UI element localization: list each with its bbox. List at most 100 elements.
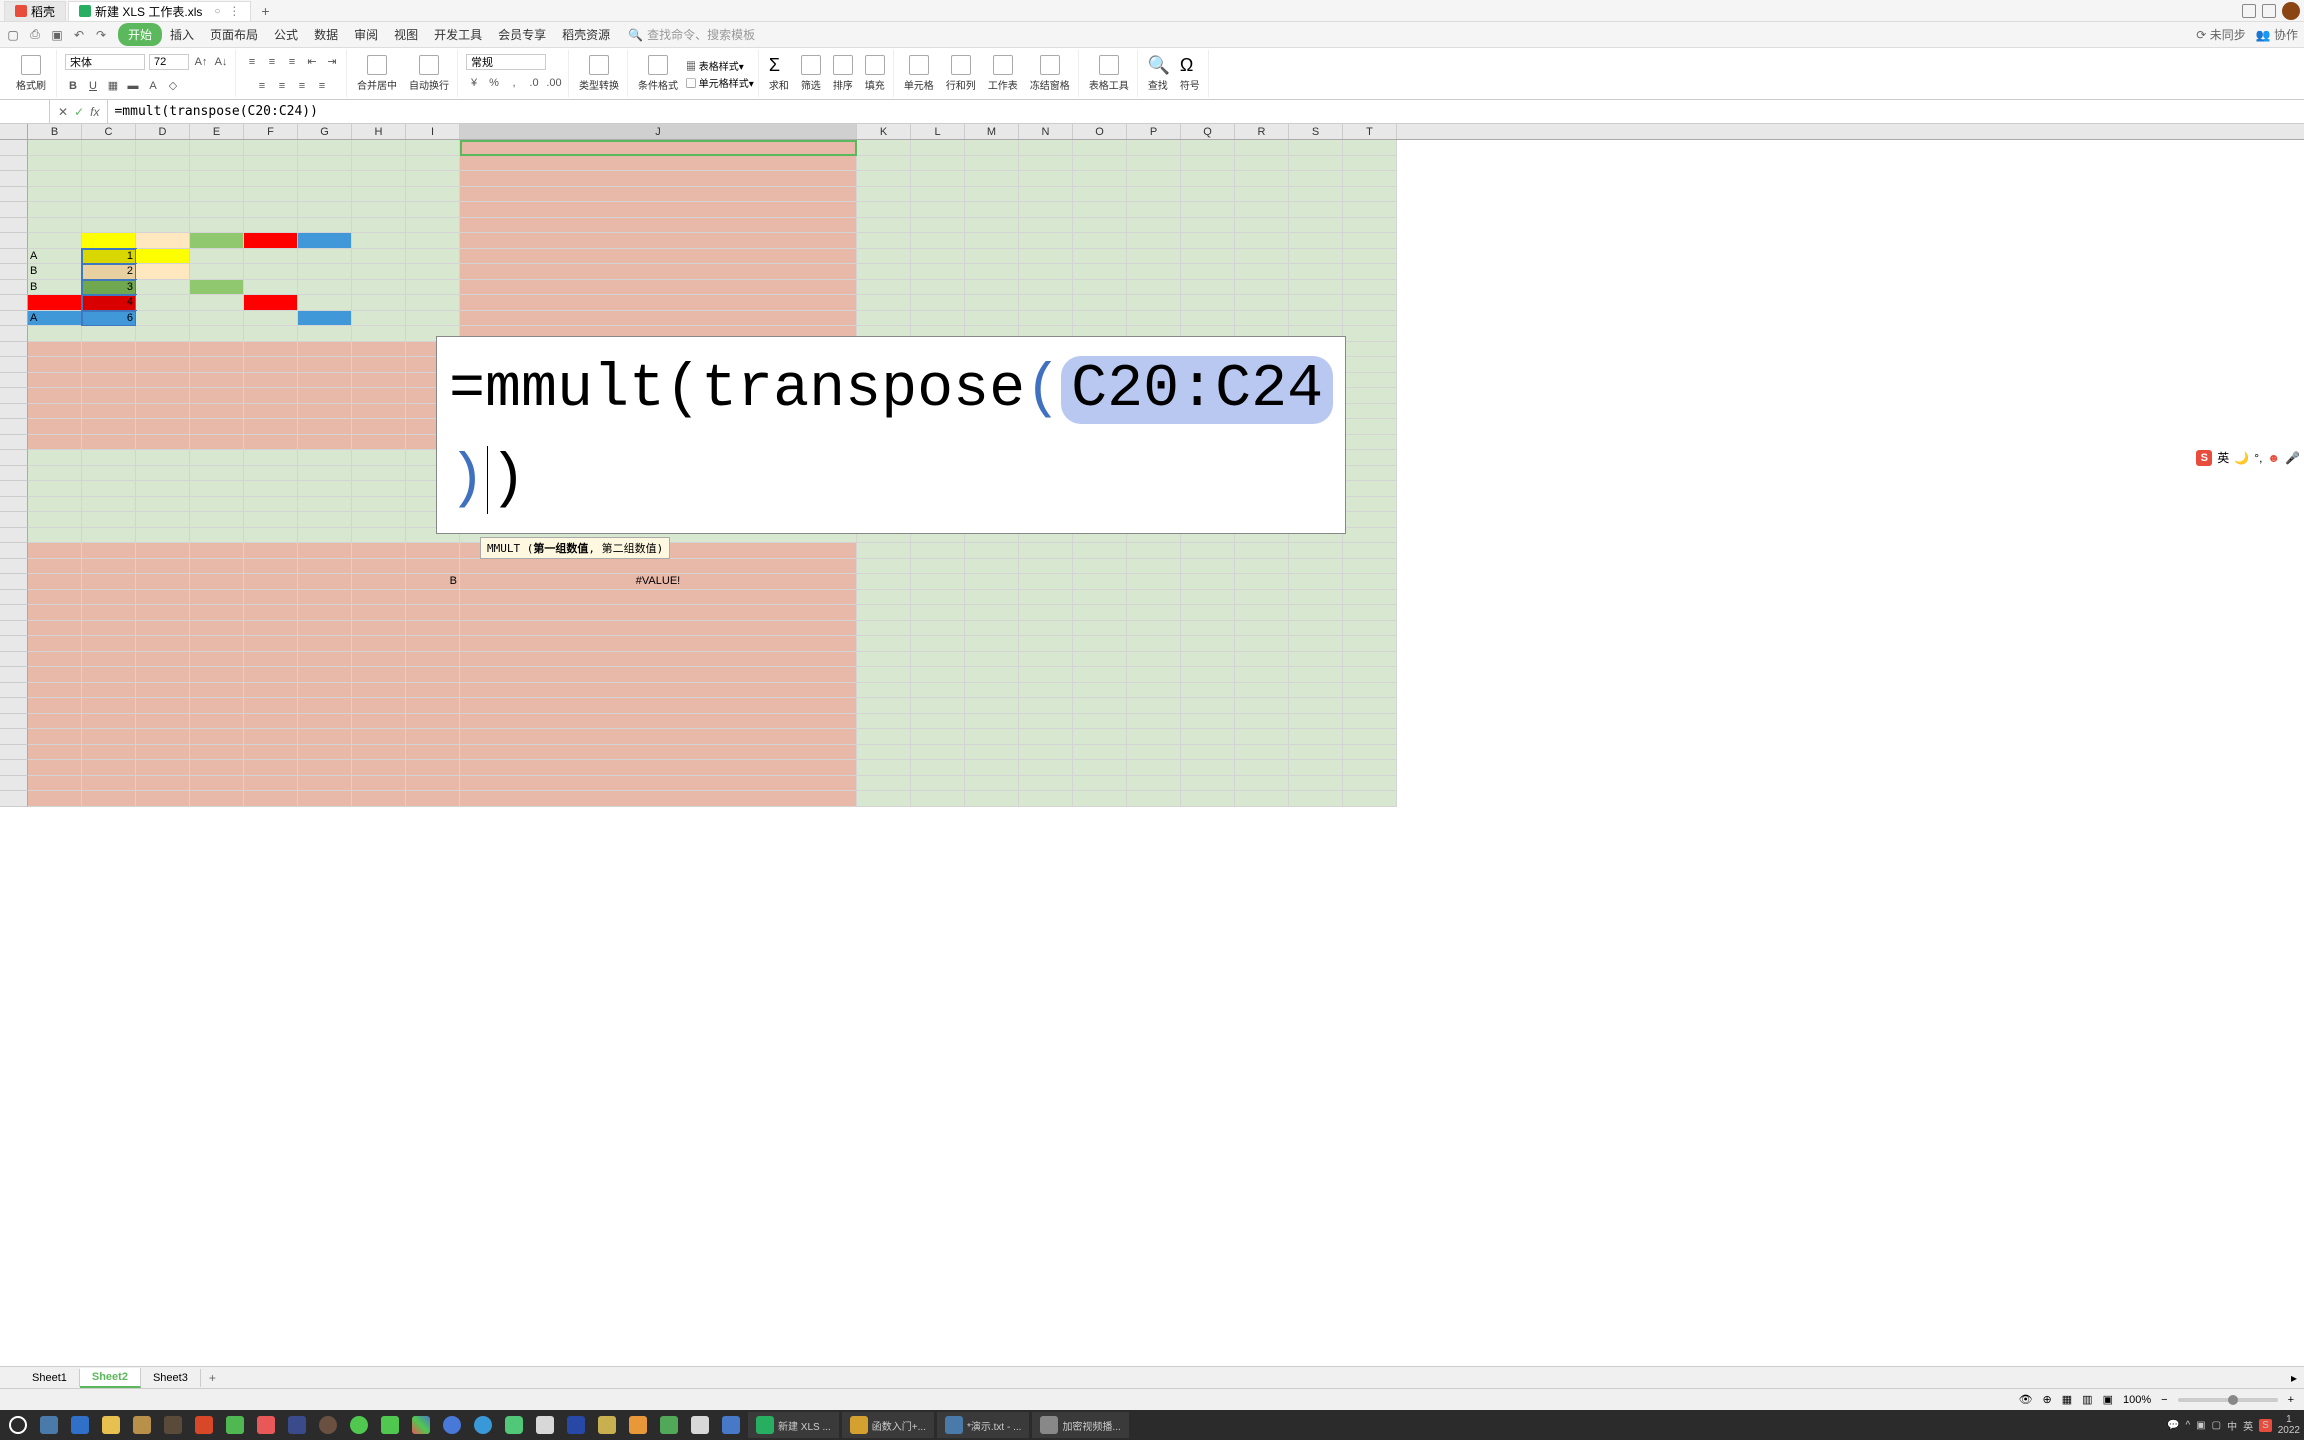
- cell[interactable]: [1019, 280, 1073, 296]
- grow-font-icon[interactable]: A↑: [193, 54, 209, 70]
- cell[interactable]: [82, 652, 136, 668]
- cell[interactable]: [1181, 574, 1235, 590]
- cell[interactable]: [1073, 218, 1127, 234]
- cell[interactable]: [1073, 295, 1127, 311]
- cell[interactable]: A: [28, 311, 82, 327]
- tray-icon[interactable]: S: [2259, 1419, 2272, 1432]
- cell[interactable]: [857, 233, 911, 249]
- cell[interactable]: [190, 621, 244, 637]
- row-header[interactable]: [0, 404, 28, 420]
- cell[interactable]: [857, 171, 911, 187]
- cell[interactable]: [244, 559, 298, 575]
- cell[interactable]: [1235, 295, 1289, 311]
- tray-ime2[interactable]: 英: [2243, 1418, 2253, 1433]
- zoom-in-button[interactable]: +: [2288, 1394, 2294, 1406]
- cell[interactable]: [911, 652, 965, 668]
- cell[interactable]: [911, 791, 965, 807]
- cell[interactable]: 3: [82, 280, 136, 296]
- cell[interactable]: [965, 667, 1019, 683]
- cell[interactable]: [1073, 776, 1127, 792]
- cell[interactable]: [1343, 636, 1397, 652]
- row-header[interactable]: [0, 357, 28, 373]
- cell[interactable]: [460, 295, 857, 311]
- cell[interactable]: [1181, 667, 1235, 683]
- cell[interactable]: [298, 714, 352, 730]
- cell[interactable]: [1235, 574, 1289, 590]
- cell[interactable]: [965, 636, 1019, 652]
- col-header[interactable]: P: [1127, 124, 1181, 139]
- cell[interactable]: [352, 280, 406, 296]
- cell[interactable]: [1019, 311, 1073, 327]
- cell[interactable]: [1127, 202, 1181, 218]
- cell[interactable]: [911, 729, 965, 745]
- cell[interactable]: [136, 249, 190, 265]
- cell[interactable]: [352, 528, 406, 544]
- row-header[interactable]: [0, 187, 28, 203]
- cell[interactable]: [1019, 745, 1073, 761]
- cell[interactable]: [298, 171, 352, 187]
- task-app[interactable]: [500, 1412, 528, 1438]
- cell[interactable]: [28, 388, 82, 404]
- cell[interactable]: [190, 140, 244, 156]
- cell[interactable]: [82, 760, 136, 776]
- cell[interactable]: [352, 729, 406, 745]
- cell[interactable]: [298, 264, 352, 280]
- font-size-select[interactable]: [149, 54, 189, 70]
- cell[interactable]: [190, 528, 244, 544]
- cell[interactable]: [1073, 791, 1127, 807]
- cell[interactable]: [1127, 745, 1181, 761]
- cell[interactable]: [1289, 791, 1343, 807]
- cell[interactable]: [1073, 745, 1127, 761]
- cell[interactable]: [1343, 342, 1397, 358]
- row-header[interactable]: [0, 264, 28, 280]
- task-app[interactable]: [97, 1412, 125, 1438]
- cell[interactable]: [244, 388, 298, 404]
- col-header[interactable]: T: [1343, 124, 1397, 139]
- cell[interactable]: [460, 590, 857, 606]
- task-notepad[interactable]: *演示.txt - ...: [937, 1412, 1029, 1438]
- cell[interactable]: [1343, 559, 1397, 575]
- cell[interactable]: [460, 156, 857, 172]
- cell[interactable]: [136, 404, 190, 420]
- cell[interactable]: [298, 342, 352, 358]
- cell[interactable]: [911, 683, 965, 699]
- cell[interactable]: [298, 745, 352, 761]
- cell[interactable]: [244, 605, 298, 621]
- cell[interactable]: [1235, 218, 1289, 234]
- cell[interactable]: [1343, 218, 1397, 234]
- tray-icon[interactable]: ▣: [2196, 1420, 2205, 1431]
- row-header[interactable]: [0, 590, 28, 606]
- row-header[interactable]: [0, 435, 28, 451]
- col-header[interactable]: O: [1073, 124, 1127, 139]
- cell[interactable]: [1127, 791, 1181, 807]
- cell[interactable]: [28, 450, 82, 466]
- cell[interactable]: [136, 667, 190, 683]
- cell[interactable]: [82, 791, 136, 807]
- cell[interactable]: [1343, 714, 1397, 730]
- cell[interactable]: [1019, 729, 1073, 745]
- cell[interactable]: B: [406, 574, 460, 590]
- cell[interactable]: [1343, 574, 1397, 590]
- cell[interactable]: [28, 295, 82, 311]
- cell[interactable]: [1073, 698, 1127, 714]
- cell[interactable]: [1127, 574, 1181, 590]
- indent-dec-icon[interactable]: ⇤: [304, 54, 320, 70]
- shrink-font-icon[interactable]: A↓: [213, 54, 229, 70]
- cell[interactable]: [28, 791, 82, 807]
- task-terminal[interactable]: [283, 1412, 311, 1438]
- cell[interactable]: [1235, 683, 1289, 699]
- cell[interactable]: [244, 435, 298, 451]
- cell[interactable]: [28, 621, 82, 637]
- cell[interactable]: [965, 590, 1019, 606]
- cell[interactable]: [406, 140, 460, 156]
- cell[interactable]: [1289, 760, 1343, 776]
- cell[interactable]: [857, 202, 911, 218]
- cell[interactable]: [244, 466, 298, 482]
- cell[interactable]: [298, 218, 352, 234]
- cell[interactable]: [460, 698, 857, 714]
- cell[interactable]: [352, 404, 406, 420]
- ime-lang[interactable]: 英: [2217, 449, 2229, 466]
- cell[interactable]: [1343, 156, 1397, 172]
- cell[interactable]: [190, 435, 244, 451]
- cell[interactable]: [352, 326, 406, 342]
